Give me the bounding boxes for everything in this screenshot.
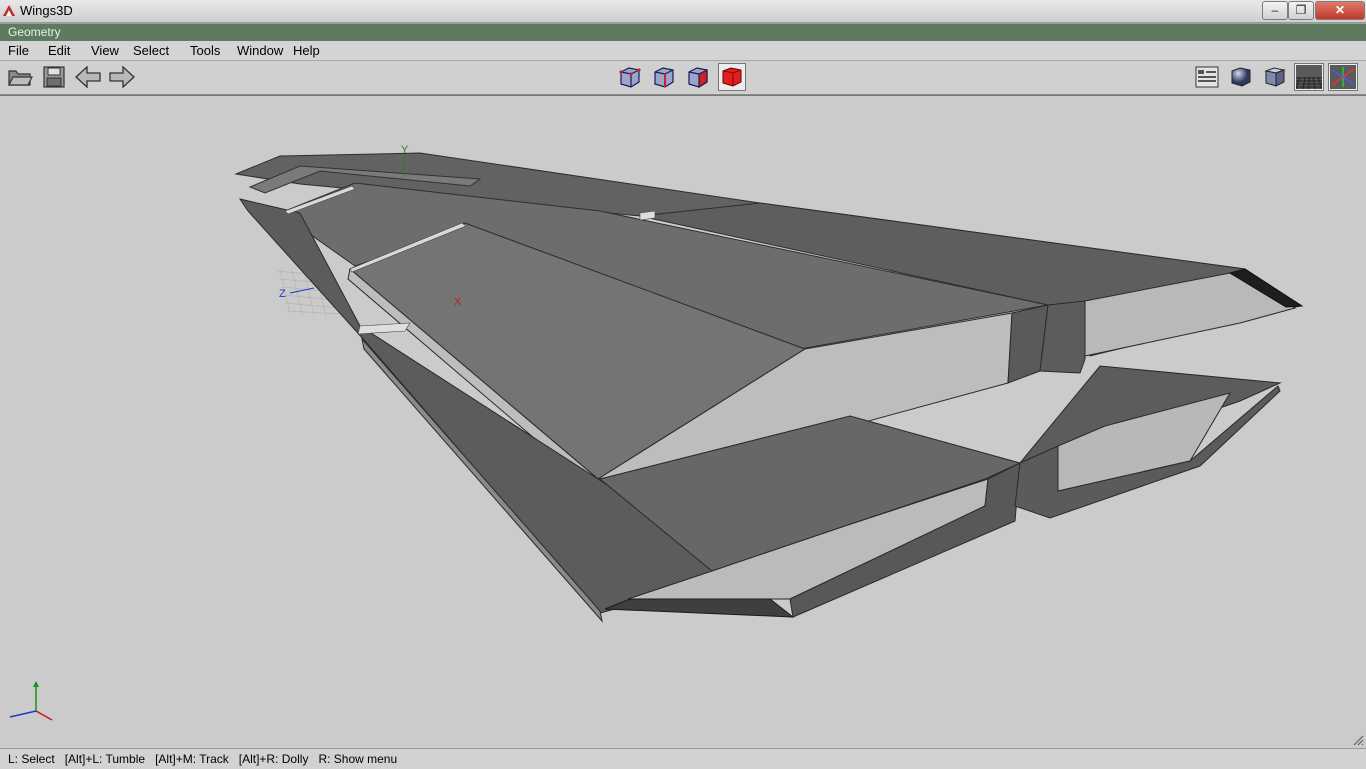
groundplane-button[interactable] (1294, 63, 1324, 91)
info-panel-button[interactable] (1193, 63, 1221, 91)
geometry-window-titlebar: Geometry (0, 23, 1366, 42)
smooth-shading-button[interactable] (1227, 63, 1255, 91)
save-button[interactable] (40, 63, 68, 91)
undo-button[interactable] (74, 63, 102, 91)
resize-grip-icon[interactable] (1352, 734, 1364, 746)
save-icon (43, 66, 65, 88)
maximize-button[interactable]: ❐ (1288, 1, 1314, 20)
folder-open-icon (8, 70, 33, 86)
orientation-gizmo (9, 681, 53, 721)
flat-shading-icon (1264, 67, 1286, 87)
status-bar: L: Select [Alt]+L: Tumble [Alt]+M: Track… (0, 748, 1366, 769)
wing-lower-pocket-dark (604, 598, 795, 618)
face-mode-button[interactable] (684, 63, 712, 91)
close-button[interactable]: ✕ (1315, 1, 1365, 20)
window-title: Wings3D (20, 3, 73, 18)
menu-window[interactable]: Window (237, 43, 283, 58)
minimize-button[interactable]: – (1262, 1, 1288, 20)
open-button[interactable] (6, 63, 34, 91)
menu-bar: File Edit View Select Tools Window Help (0, 41, 1366, 61)
vertex-mode-icon (619, 67, 641, 88)
edge-mode-icon (654, 67, 674, 88)
edge-mode-button[interactable] (650, 63, 678, 91)
axes-button[interactable] (1328, 63, 1358, 91)
title-bar: Wings3D – ❐ ✕ (0, 0, 1366, 23)
undo-arrow-icon (75, 65, 101, 89)
body-mode-button[interactable] (718, 63, 746, 91)
x-axis-label: X (454, 296, 462, 308)
axes-icon (1330, 65, 1356, 89)
3d-model-render: Y Z X (9, 144, 1304, 721)
redo-button[interactable] (108, 63, 136, 91)
menu-help[interactable]: Help (293, 43, 320, 58)
wing-right-box-frame (1039, 300, 1086, 374)
smooth-shading-icon (1231, 67, 1251, 87)
y-axis-label: Y (401, 144, 409, 156)
geometry-title: Geometry (8, 25, 61, 39)
menu-edit[interactable]: Edit (48, 43, 70, 58)
menu-file[interactable]: File (8, 43, 29, 58)
info-panel-icon (1195, 66, 1219, 88)
toolbar (0, 61, 1366, 95)
menu-tools[interactable]: Tools (190, 43, 220, 58)
redo-arrow-icon (109, 65, 135, 89)
body-mode-icon (722, 67, 742, 87)
face-mode-icon (688, 67, 708, 89)
status-hint-text: L: Select [Alt]+L: Tumble [Alt]+M: Track… (8, 752, 398, 766)
groundplane-icon (1296, 65, 1322, 89)
menu-view[interactable]: View (91, 43, 119, 58)
menu-select[interactable]: Select (133, 43, 169, 58)
flat-shading-button[interactable] (1261, 63, 1289, 91)
wings3d-logo-icon (3, 5, 15, 16)
z-axis-label: Z (279, 288, 286, 300)
geometry-viewport[interactable]: Y Z X (0, 95, 1366, 748)
vertex-mode-button[interactable] (616, 63, 644, 91)
